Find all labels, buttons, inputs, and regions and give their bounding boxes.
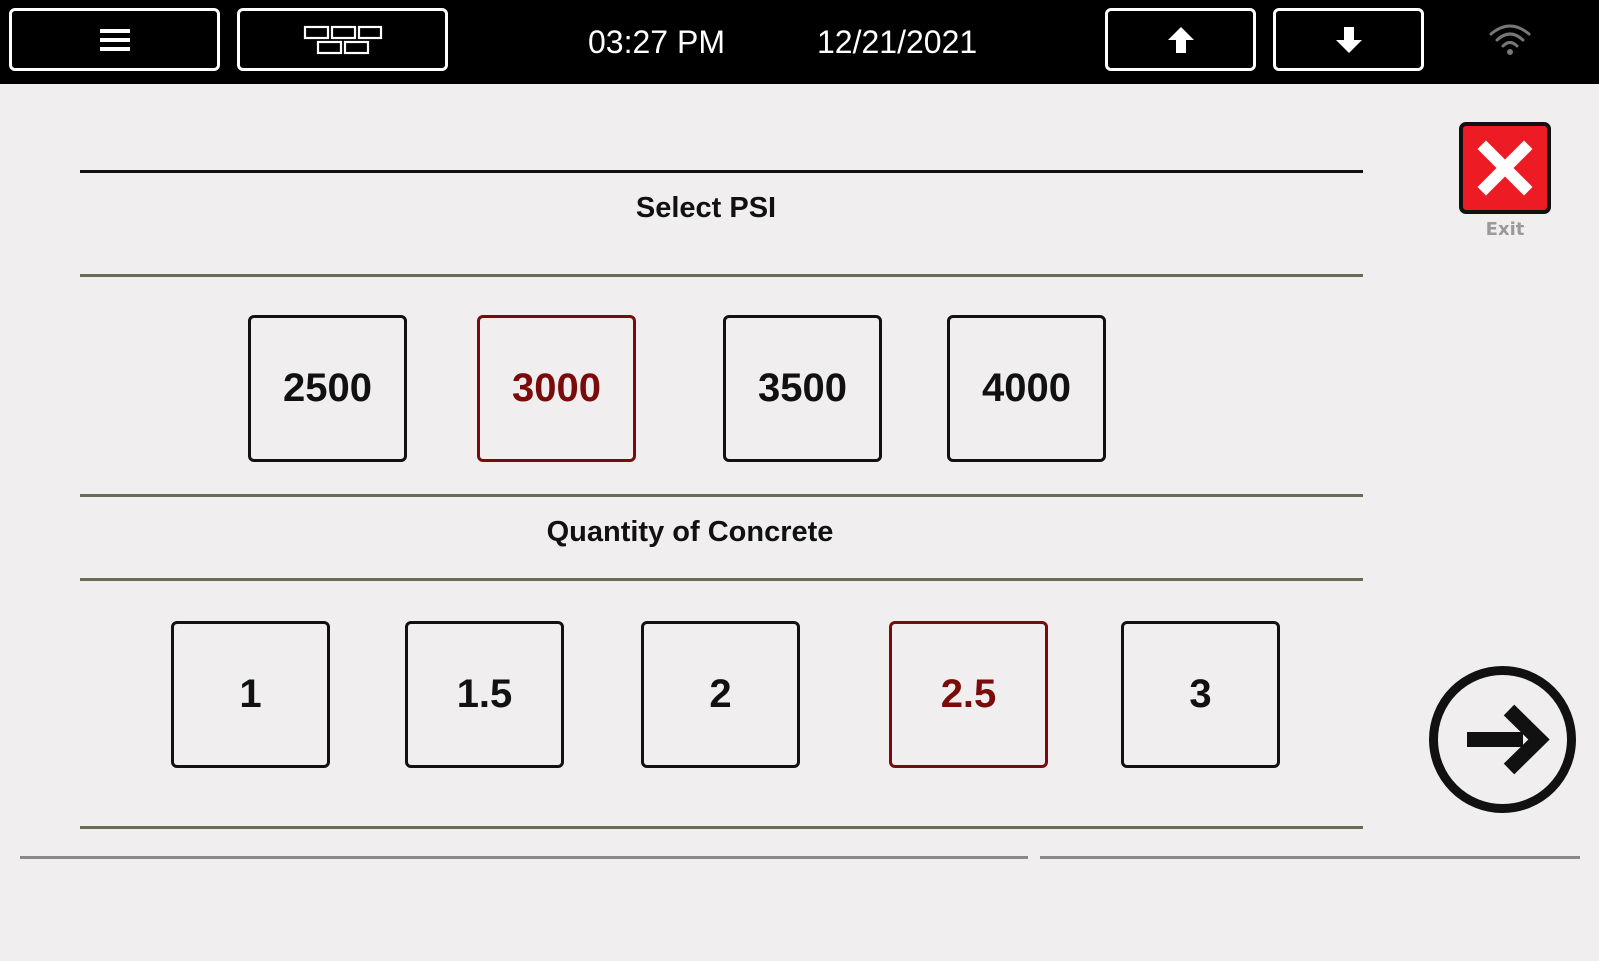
- exit-label: Exit: [1485, 219, 1525, 240]
- close-x-icon: [1477, 140, 1533, 196]
- footer-line-left: [20, 856, 1028, 859]
- exit-button[interactable]: [1459, 122, 1551, 214]
- divider-quantity-options: [80, 826, 1363, 829]
- layout-button[interactable]: [237, 8, 448, 71]
- quantity-option-3[interactable]: 3: [1121, 621, 1280, 768]
- exit-control: Exit: [1459, 122, 1551, 240]
- psi-option-3000[interactable]: 3000: [477, 315, 636, 462]
- arrow-up-icon: [1167, 26, 1194, 53]
- footer-line-right: [1040, 856, 1580, 859]
- wifi-icon: [1489, 24, 1531, 55]
- current-date: 12/21/2021: [817, 24, 978, 60]
- psi-option-4000[interactable]: 4000: [947, 315, 1106, 462]
- psi-section-title: Select PSI: [635, 192, 777, 224]
- clock-time: 03:27 PM: [588, 24, 725, 60]
- arrow-down-icon: [1335, 26, 1362, 53]
- quantity-option-2[interactable]: 2: [641, 621, 800, 768]
- psi-option-2500[interactable]: 2500: [248, 315, 407, 462]
- quantity-section-title: Quantity of Concrete: [546, 516, 834, 548]
- quantity-option-1-5[interactable]: 1.5: [405, 621, 564, 768]
- arrow-right-circle-icon: [1429, 666, 1576, 813]
- quantity-option-1[interactable]: 1: [171, 621, 330, 768]
- brick-grid-icon: [303, 25, 382, 54]
- divider-top: [80, 170, 1363, 173]
- top-bar: 03:27 PM 12/21/2021: [0, 0, 1599, 84]
- quantity-option-2-5[interactable]: 2.5: [889, 621, 1048, 768]
- divider-quantity-title: [80, 578, 1363, 581]
- psi-option-3500[interactable]: 3500: [723, 315, 882, 462]
- divider-psi-title: [80, 274, 1363, 277]
- scroll-down-button[interactable]: [1273, 8, 1424, 71]
- next-button[interactable]: [1427, 664, 1578, 815]
- menu-button[interactable]: [9, 8, 220, 71]
- hamburger-menu-icon: [99, 28, 130, 51]
- scroll-up-button[interactable]: [1105, 8, 1256, 71]
- divider-psi-options: [80, 494, 1363, 497]
